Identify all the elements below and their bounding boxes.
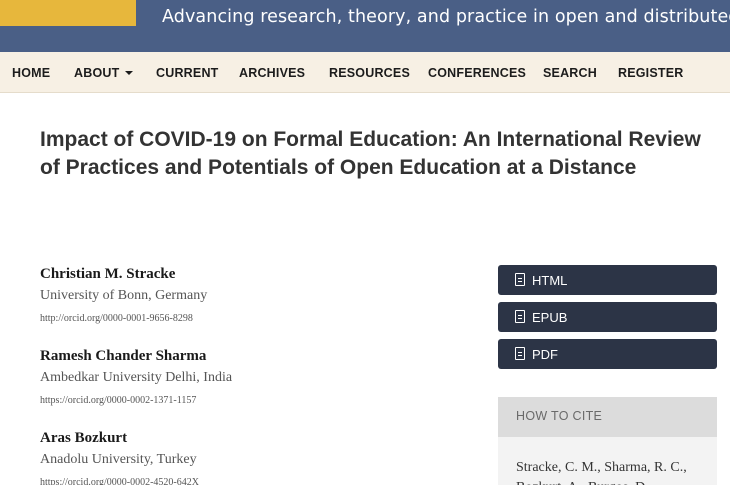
site-tagline: Advancing research, theory, and practice… <box>162 7 730 27</box>
caret-down-icon <box>125 71 134 75</box>
author-name: Ramesh Chander Sharma <box>40 348 207 364</box>
journal-logo[interactable] <box>0 0 136 26</box>
main-navigation: HOME ABOUT CURRENT ARCHIVES RESOURCES CO… <box>0 52 730 93</box>
author-orcid-link[interactable]: https://orcid.org/0000-0002-4520-642X <box>40 477 199 485</box>
file-icon <box>515 273 525 286</box>
nav-resources[interactable]: RESOURCES <box>329 66 410 80</box>
author-affiliation: University of Bonn, Germany <box>40 288 208 303</box>
nav-conferences[interactable]: CONFERENCES <box>428 66 526 80</box>
site-banner: Advancing research, theory, and practice… <box>0 0 730 52</box>
epub-galley-label: EPUB <box>532 310 568 325</box>
author-orcid-link[interactable]: https://orcid.org/0000-0002-1371-1157 <box>40 395 196 406</box>
how-to-cite-header: HOW TO CITE <box>498 397 717 437</box>
article-title: Impact of COVID-19 on Formal Education: … <box>40 128 701 179</box>
citation-text: Stracke, C. M., Sharma, R. C., Bozkurt, … <box>516 460 687 485</box>
author-name: Aras Bozkurt <box>40 430 128 446</box>
html-galley-label: HTML <box>532 273 568 288</box>
author-affiliation: Anadolu University, Turkey <box>40 452 197 467</box>
pdf-file-icon <box>515 347 525 360</box>
nav-about[interactable]: ABOUT <box>74 66 134 80</box>
nav-archives[interactable]: ARCHIVES <box>239 66 305 80</box>
html-galley-button[interactable]: HTML <box>498 265 717 295</box>
epub-galley-button[interactable]: EPUB <box>498 302 717 332</box>
file-icon <box>515 310 525 323</box>
author-affiliation: Ambedkar University Delhi, India <box>40 370 233 385</box>
author-orcid-link[interactable]: http://orcid.org/0000-0001-9656-8298 <box>40 313 193 324</box>
nav-about-label: ABOUT <box>74 66 120 80</box>
nav-search[interactable]: SEARCH <box>543 66 597 80</box>
nav-home[interactable]: HOME <box>12 66 50 80</box>
citation-box: Stracke, C. M., Sharma, R. C., Bozkurt, … <box>498 437 717 485</box>
pdf-galley-label: PDF <box>532 347 558 362</box>
nav-register[interactable]: REGISTER <box>618 66 684 80</box>
pdf-galley-button[interactable]: PDF <box>498 339 717 369</box>
nav-current[interactable]: CURRENT <box>156 66 219 80</box>
author-name: Christian M. Stracke <box>40 266 176 282</box>
how-to-cite-heading: HOW TO CITE <box>516 409 603 423</box>
